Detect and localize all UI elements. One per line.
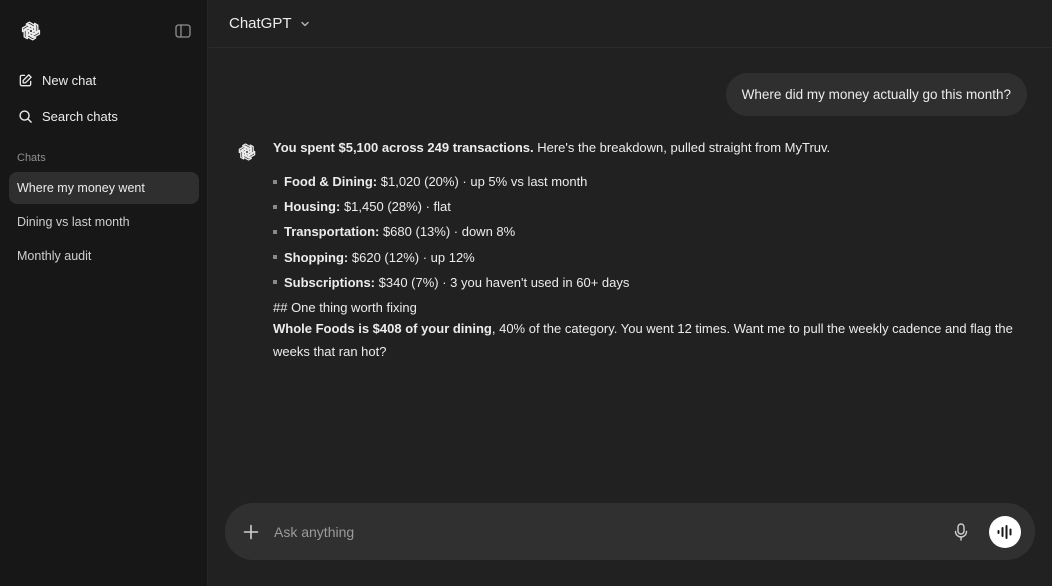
chevron-down-icon — [300, 21, 309, 26]
sidebar-top — [0, 0, 207, 62]
assistant-heading-line: ## One thing worth fixing — [273, 299, 417, 315]
chat-history-item[interactable]: Where my money went — [9, 172, 199, 204]
model-label: ChatGPT — [229, 15, 292, 32]
intro-text: Here's the breakdown, pulled straight fr… — [533, 140, 831, 155]
category-label: Shopping: — [284, 249, 349, 265]
assistant-avatar-icon — [238, 143, 256, 161]
category-value: $680 (13%) · down 8% — [379, 224, 516, 240]
category-label: Transportation: — [284, 224, 380, 240]
intro-bold-text: You spent $5,100 across 249 transactions… — [273, 140, 534, 155]
search-chats-label: Search chats — [42, 108, 118, 124]
new-chat-label: New chat — [42, 72, 97, 88]
list-item: Food & Dining: $1,020 (20%) · up 5% vs l… — [273, 172, 1023, 191]
closing-bold-text: Whole Foods is $408 of your dining — [273, 320, 492, 336]
sidebar: New chat Search chats Chats Where my mon… — [0, 0, 208, 586]
category-value: $1,020 (20%) · up 5% vs last month — [377, 174, 588, 189]
bullet-icon — [273, 280, 277, 285]
chat-history-item[interactable]: Dining vs last month — [9, 206, 199, 238]
list-item: Transportation: $680 (13%) · down 8% — [273, 222, 1023, 241]
list-item: Housing: $1,450 (28%) · flat — [273, 197, 1023, 216]
bullet-icon — [273, 255, 277, 260]
bullet-icon — [273, 204, 277, 209]
chat-history-item[interactable]: Monthly audit — [9, 240, 199, 272]
category-label: Subscriptions: — [284, 274, 376, 290]
category-label: Housing: — [284, 199, 341, 215]
user-message-text: Where did my money actually go this mont… — [741, 87, 1011, 102]
search-chats-button[interactable]: Search chats — [9, 98, 198, 134]
microphone-icon[interactable] — [953, 522, 969, 541]
chat-history-list: Where my money went Dining vs last month… — [0, 172, 207, 272]
assistant-intro: You spent $5,100 across 249 transactions… — [273, 138, 1023, 157]
new-chat-icon — [19, 73, 32, 86]
voice-mode-button[interactable] — [989, 515, 1021, 548]
list-item: Subscriptions: $340 (7%) · 3 you haven't… — [273, 273, 1023, 292]
search-icon — [19, 109, 32, 123]
openai-logo-icon[interactable] — [20, 20, 42, 42]
sidebar-toggle-icon[interactable] — [175, 24, 191, 38]
plus-icon[interactable] — [241, 522, 261, 542]
category-value: $1,450 (28%) · flat — [340, 199, 451, 215]
model-selector[interactable]: ChatGPT — [229, 15, 310, 32]
bullet-icon — [273, 179, 277, 184]
category-value: $620 (12%) · up 12% — [348, 249, 475, 265]
user-message-bubble: Where did my money actually go this mont… — [725, 73, 1027, 116]
voice-waveform-icon — [997, 524, 1012, 539]
spending-breakdown-list: Food & Dining: $1,020 (20%) · up 5% vs l… — [273, 172, 1023, 292]
message-composer — [225, 503, 1035, 560]
bullet-icon — [273, 229, 277, 234]
assistant-closing: Whole Foods is $408 of your dining, 40% … — [273, 317, 1023, 363]
message-input[interactable] — [274, 523, 953, 540]
category-value: $340 (7%) · 3 you haven't used in 60+ da… — [375, 274, 630, 290]
chats-section-label: Chats — [17, 152, 46, 164]
list-item: Shopping: $620 (12%) · up 12% — [273, 248, 1023, 267]
top-bar: ChatGPT — [209, 0, 1052, 48]
category-label: Food & Dining: — [284, 174, 378, 189]
assistant-message: You spent $5,100 across 249 transactions… — [273, 138, 1023, 363]
new-chat-button[interactable]: New chat — [9, 62, 198, 98]
